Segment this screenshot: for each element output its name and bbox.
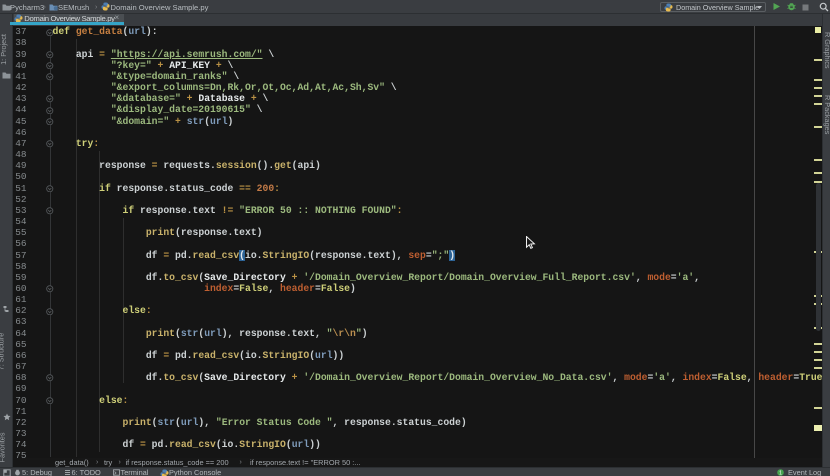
svg-text:1: 1 [779,470,782,476]
